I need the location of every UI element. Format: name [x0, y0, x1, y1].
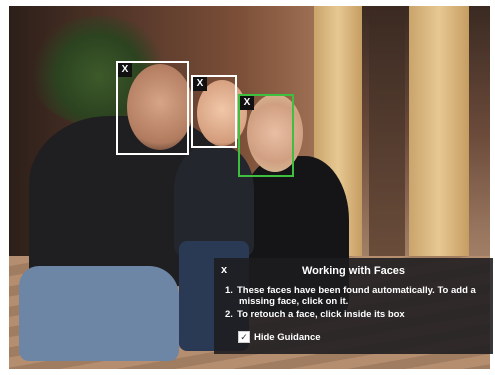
step-number: 2. — [225, 309, 233, 320]
background-column — [409, 6, 469, 266]
guidance-steps: 1. These faces have been found automatica… — [224, 285, 483, 320]
guidance-step: 2. To retouch a face, click inside its bo… — [225, 309, 483, 320]
face-box-2[interactable]: X — [191, 75, 237, 148]
guidance-step: 1. These faces have been found automatica… — [225, 285, 483, 307]
step-text: These faces have been found automaticall… — [237, 285, 476, 307]
guidance-panel: x Working with Faces 1. These faces have … — [214, 258, 493, 354]
face-2-close-button[interactable]: X — [193, 77, 207, 91]
man-legs — [19, 266, 179, 361]
background-window — [369, 6, 405, 256]
hide-guidance-toggle[interactable]: ✓ Hide Guidance — [238, 331, 321, 343]
guidance-title: Working with Faces — [301, 265, 406, 277]
step-text: To retouch a face, click inside its box — [237, 309, 405, 320]
face-box-1[interactable]: X — [116, 61, 189, 155]
face-box-3-selected[interactable]: X — [238, 94, 294, 177]
hide-guidance-label: Hide Guidance — [254, 331, 321, 343]
hide-guidance-checkbox[interactable]: ✓ — [238, 331, 250, 343]
face-3-close-button[interactable]: X — [240, 96, 254, 110]
face-1-close-button[interactable]: X — [118, 63, 132, 77]
guidance-close-button[interactable]: x — [221, 264, 227, 276]
step-number: 1. — [225, 285, 233, 296]
